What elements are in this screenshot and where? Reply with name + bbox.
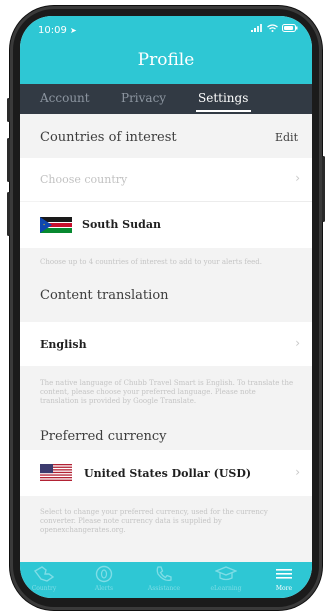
tabbar-assistance[interactable]: Assistance: [140, 564, 188, 592]
south-sudan-flag-icon: [40, 217, 72, 233]
tabbar-elearning[interactable]: eLearning: [202, 564, 250, 592]
chevron-right-icon: ›: [295, 171, 300, 185]
currency-note: Select to change your preferred currency…: [40, 508, 268, 534]
mute-switch: [7, 98, 10, 122]
location-arrow-icon: ➤: [70, 26, 77, 35]
phone-icon: [140, 564, 188, 584]
graduation-cap-icon: [202, 564, 250, 584]
bottom-tab-bar: Country Alerts Assistance eLearning More: [20, 562, 312, 598]
countries-heading: Countries of interest: [40, 130, 177, 145]
tabbar-country-label: Country: [31, 585, 57, 592]
tabbar-alerts-label: Alerts: [94, 585, 114, 592]
app-header: 10:09 ➤ Profile: [20, 16, 312, 84]
volume-up-button: [7, 138, 10, 182]
translation-heading: Content translation: [40, 288, 169, 303]
currency-section-header: Preferred currency: [20, 412, 312, 450]
settings-content[interactable]: Countries of interest Edit Choose countr…: [20, 114, 312, 562]
tabbar-elearning-label: eLearning: [210, 585, 242, 592]
language-row[interactable]: English ›: [20, 322, 312, 366]
active-tab-indicator: [196, 110, 251, 112]
tabbar-alerts[interactable]: Alerts: [80, 564, 128, 592]
country-icon: [20, 564, 68, 584]
profile-tabs: Account Privacy Settings: [20, 84, 312, 114]
page-title: Profile: [137, 50, 195, 70]
status-time: 10:09: [38, 25, 67, 36]
alerts-icon: [80, 564, 128, 584]
currency-heading: Preferred currency: [40, 429, 167, 444]
countries-section-header: Countries of interest Edit: [20, 114, 312, 158]
tab-privacy[interactable]: Privacy: [121, 91, 166, 105]
volume-down-button: [7, 192, 10, 236]
tabbar-more-label: More: [275, 585, 293, 592]
choose-country-placeholder: Choose country: [40, 173, 128, 186]
signal-icon: [251, 24, 262, 32]
tab-settings[interactable]: Settings: [198, 91, 248, 105]
battery-icon: [282, 24, 298, 32]
currency-value: United States Dollar (USD): [84, 467, 252, 480]
tabbar-more[interactable]: More: [260, 564, 308, 592]
us-flag-icon: [40, 464, 72, 481]
selected-country-name: South Sudan: [82, 218, 161, 231]
tabbar-assistance-label: Assistance: [147, 585, 181, 592]
translation-note: The native language of Chubb Travel Smar…: [40, 379, 294, 405]
chevron-right-icon: ›: [295, 336, 300, 350]
currency-row[interactable]: United States Dollar (USD) ›: [20, 450, 312, 496]
screen: 10:09 ➤ Profile Account Privacy Settings: [20, 16, 312, 598]
tabbar-country[interactable]: Country: [20, 564, 68, 592]
language-value: English: [40, 338, 87, 351]
choose-country-row[interactable]: Choose country ›: [20, 158, 312, 201]
translation-section-header: Content translation: [20, 266, 312, 304]
power-button: [322, 156, 325, 222]
edit-countries-button[interactable]: Edit: [275, 131, 298, 144]
selected-country-row[interactable]: South Sudan: [20, 202, 312, 248]
chevron-right-icon: ›: [295, 465, 300, 479]
wifi-icon: [267, 24, 278, 32]
status-bar-indicators: [251, 24, 298, 32]
tab-account[interactable]: Account: [40, 91, 90, 105]
status-bar-time: 10:09 ➤: [38, 25, 77, 36]
menu-icon: [260, 564, 308, 584]
